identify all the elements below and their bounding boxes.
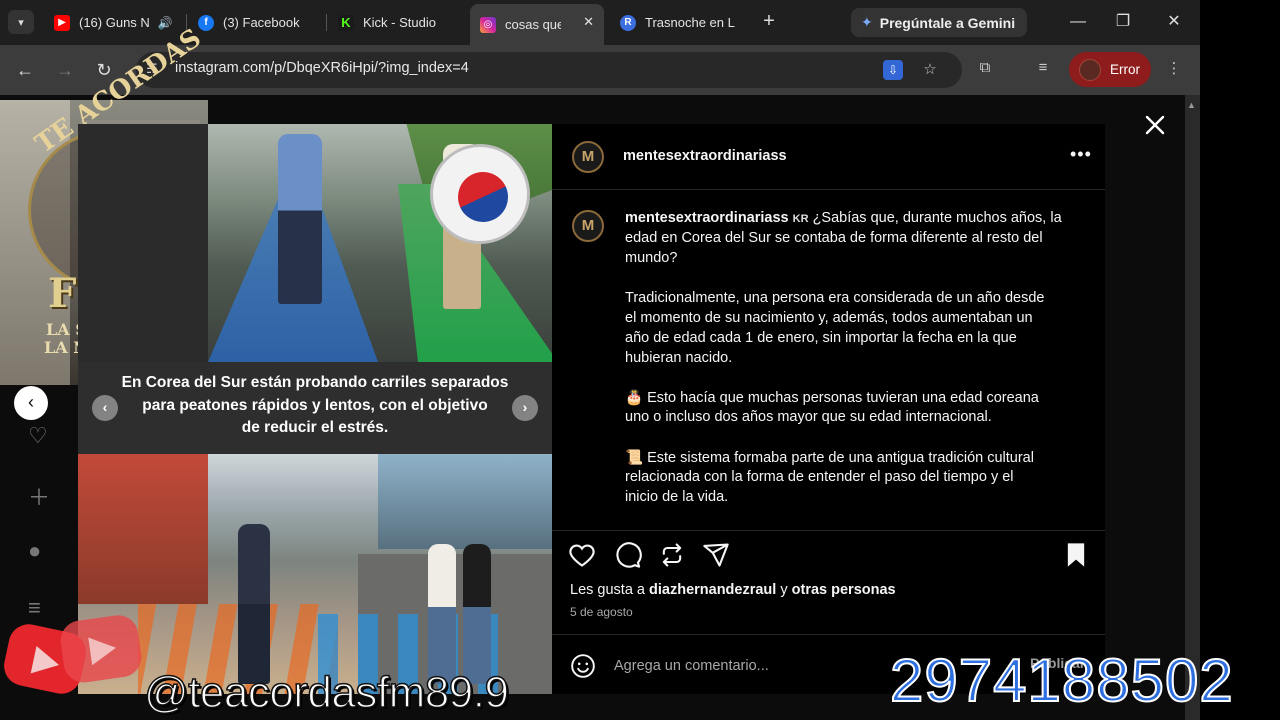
comment-icon[interactable]: [614, 541, 642, 569]
forward-icon[interactable]: →: [52, 57, 78, 83]
scroll-up-icon[interactable]: ▲: [1187, 100, 1196, 110]
caption-line: ¿Sabías que, durante muchos años, la: [812, 210, 1062, 226]
post-header: M mentesextraordinariass •••: [552, 124, 1105, 190]
likes-prefix: Les gusta a: [570, 582, 645, 598]
tab-label: cosas que: [505, 17, 561, 32]
avatar[interactable]: M: [572, 210, 604, 242]
caption-line: relacionada con la forma de entender el …: [625, 469, 1014, 485]
tab-kick-studio[interactable]: K Kick - Studio: [328, 6, 468, 39]
image-caption-line: para peatones rápidos y lentos, con el o…: [142, 397, 488, 414]
profile-error-button[interactable]: Error: [1069, 52, 1151, 87]
country-flag-code: KR: [792, 213, 809, 225]
create-icon[interactable]: ＋: [28, 480, 50, 512]
post-detail-panel: M mentesextraordinariass ••• M mentesext…: [552, 124, 1105, 694]
browser-menu-icon[interactable]: ⋮: [1164, 59, 1184, 79]
channel-handle-watermark: @teacordasfm89.9: [143, 667, 509, 718]
profile-icon[interactable]: ●: [28, 538, 41, 564]
liker-username[interactable]: diazhernandezraul: [649, 582, 776, 598]
post-image[interactable]: En Corea del Sur están probando carriles…: [78, 124, 552, 694]
korea-flag-badge: [430, 144, 530, 244]
post-date: 5 de agosto: [570, 605, 633, 619]
profile-status: Error: [1110, 62, 1140, 77]
restore-icon[interactable]: ❐: [1108, 10, 1138, 34]
youtube-logo-overlay: [4, 615, 142, 694]
caption-line: 🎂 Esto hacía que muchas personas tuviera…: [625, 390, 1039, 406]
close-modal-icon[interactable]: [1143, 113, 1167, 137]
likes-others-link[interactable]: otras personas: [792, 582, 896, 598]
post-author[interactable]: mentesextraordinariass: [623, 148, 787, 164]
caption-line: 📜 Este sistema formaba parte de una anti…: [625, 450, 1034, 466]
caption-line: uno o incluso dos años mayor que su edad…: [625, 409, 992, 425]
gemini-label: Pregúntale a Gemini: [879, 14, 1016, 31]
close-window-icon[interactable]: ✕: [1159, 10, 1189, 34]
saved-bookmark-icon[interactable]: [1062, 541, 1090, 569]
tab-trasnoche[interactable]: R Trasnoche en L: [610, 6, 748, 39]
more-options-icon[interactable]: •••: [1070, 144, 1092, 165]
image-caption-line: En Corea del Sur están probando carriles…: [121, 374, 509, 391]
instagram-icon: ◎: [480, 16, 496, 33]
caption-line: hubieran nacido.: [625, 350, 733, 366]
tab-search-button[interactable]: ▾: [8, 10, 34, 34]
carousel-prev-icon[interactable]: ‹: [92, 395, 118, 421]
previous-post-button[interactable]: ‹: [14, 386, 48, 420]
new-tab-button[interactable]: +: [758, 10, 780, 34]
emoji-icon[interactable]: [570, 653, 596, 679]
share-icon[interactable]: [702, 541, 730, 569]
post-actions: Les gusta a diazhernandezraul y otras pe…: [552, 530, 1105, 634]
reading-list-icon[interactable]: ≡: [1033, 59, 1053, 79]
profile-avatar: [1079, 58, 1101, 81]
post-caption: M mentesextraordinariass KR ¿Sabías que,…: [552, 190, 1105, 530]
minimize-icon[interactable]: —: [1063, 10, 1093, 34]
avatar[interactable]: M: [572, 141, 604, 173]
tab-label: (16) Guns N: [79, 15, 150, 30]
caption-line: Tradicionalmente, una persona era consid…: [625, 290, 1045, 306]
likes-summary: Les gusta a diazhernandezraul y otras pe…: [570, 582, 896, 598]
bookmark-star-icon[interactable]: ☆: [920, 60, 940, 80]
tab-label: Trasnoche en L: [645, 15, 735, 30]
phone-number-overlay: 2974188502: [889, 646, 1234, 715]
tab-facebook[interactable]: f (3) Facebook: [188, 6, 323, 39]
tab-youtube[interactable]: ▶ (16) Guns N 🔊: [44, 6, 184, 39]
kick-icon: K: [338, 14, 354, 31]
caption-line: año de edad cada 1 de enero, sin importa…: [625, 330, 1017, 346]
caption-line: inicio de la vida.: [625, 489, 729, 505]
carousel-next-icon[interactable]: ›: [512, 395, 538, 421]
page-scrollbar[interactable]: [1185, 95, 1200, 720]
gemini-star-icon: ✦: [861, 14, 873, 30]
extensions-icon[interactable]: ⧉: [975, 59, 995, 79]
tab-label: Kick - Studio: [363, 15, 436, 30]
heart-outline-icon[interactable]: ♡: [28, 423, 48, 449]
caption-line: el momento de su nacimiento y, además, t…: [625, 310, 1033, 326]
tab-label: (3) Facebook: [223, 15, 300, 30]
caption-line: mundo?: [625, 250, 678, 266]
likes-join: y: [780, 582, 788, 598]
gemini-button[interactable]: ✦ Pregúntale a Gemini: [851, 8, 1028, 37]
back-icon[interactable]: ←: [12, 57, 38, 83]
url-text[interactable]: instagram.com/p/DbqeXR6iHpi/?img_index=4: [175, 60, 469, 76]
youtube-icon: ▶: [54, 14, 70, 31]
caption-line: edad en Corea del Sur se contaba de form…: [625, 230, 1043, 246]
tab-instagram[interactable]: ◎ cosas que ✕: [470, 4, 604, 45]
install-app-icon[interactable]: ⇩: [883, 60, 903, 80]
image-caption-line: de reducir el estrés.: [241, 419, 389, 436]
close-tab-icon[interactable]: ✕: [583, 14, 594, 30]
facebook-icon: f: [198, 14, 214, 31]
like-heart-icon[interactable]: [568, 541, 596, 569]
repost-icon[interactable]: [658, 541, 686, 569]
speaker-icon[interactable]: 🔊: [158, 16, 173, 30]
r-icon: R: [620, 14, 636, 31]
image-caption: En Corea del Sur están probando carriles…: [78, 362, 552, 454]
caption-author[interactable]: mentesextraordinariass: [625, 210, 789, 226]
